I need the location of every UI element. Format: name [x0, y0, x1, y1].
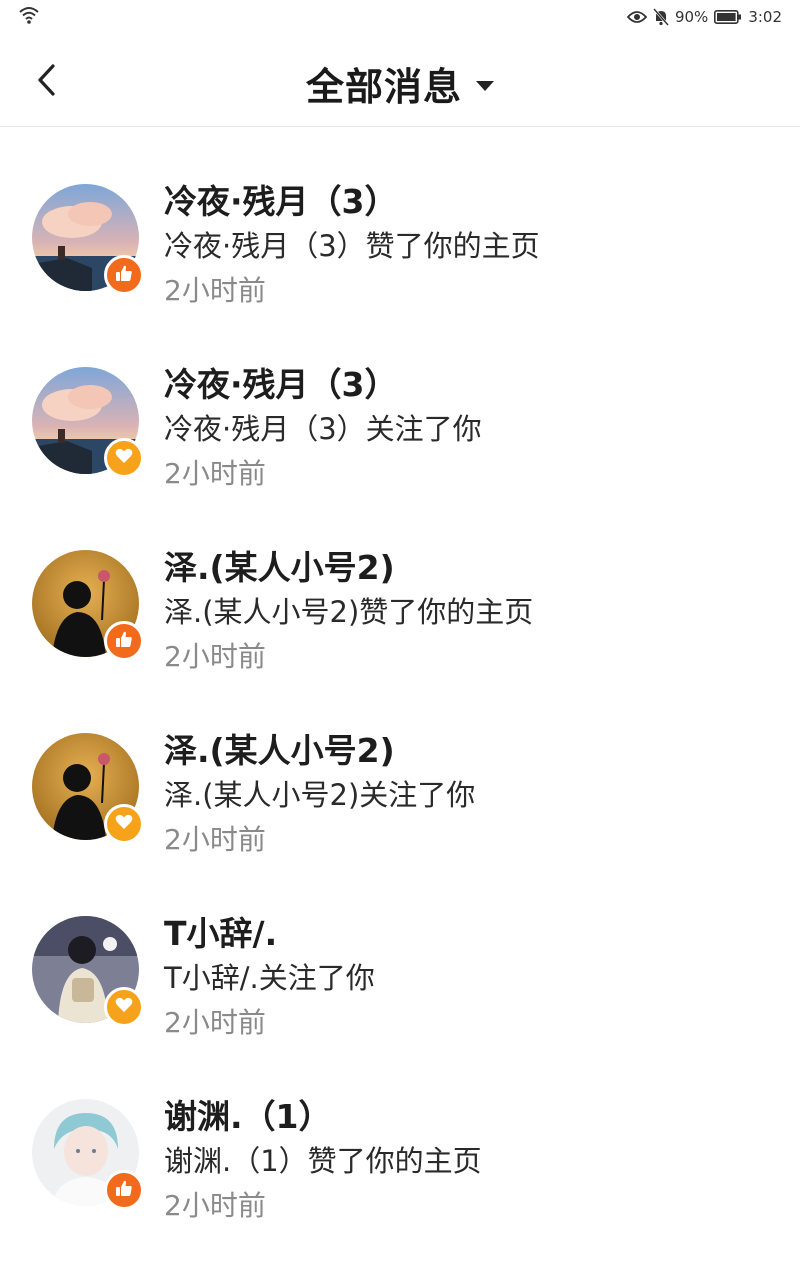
message-text: 冷夜·残月（3）赞了你的主页: [164, 229, 540, 263]
sender-name[interactable]: 冷夜·残月（3）: [164, 358, 398, 406]
message-text: 泽.(某人小号2)关注了你: [164, 778, 476, 812]
thumbs-up-icon: [114, 1178, 134, 1202]
like-badge: [104, 255, 144, 295]
thumbs-up-icon: [114, 629, 134, 653]
battery-icon: [714, 10, 742, 24]
page-title: 全部消息: [305, 65, 462, 109]
list-item[interactable]: 冷夜·残月（3） 冷夜·残月（3）赞了你的主页 2小时前: [0, 127, 800, 310]
message-time: 2小时前: [164, 640, 266, 673]
list-item[interactable]: 谢渊.（1） 谢渊.（1）赞了你的主页 2小时前: [0, 1042, 800, 1225]
message-time: 2小时前: [164, 1006, 266, 1039]
sender-name[interactable]: 谢渊.（1）: [164, 1090, 332, 1138]
list-item[interactable]: 泽.(某人小号2) 泽.(某人小号2)赞了你的主页 2小时前: [0, 493, 800, 676]
message-text: 谢渊.（1）赞了你的主页: [164, 1144, 482, 1178]
follow-badge: [104, 987, 144, 1027]
message-filter-dropdown[interactable]: 全部消息: [0, 56, 800, 111]
list-item[interactable]: T小辞/. T小辞/.关注了你 2小时前: [0, 859, 800, 1042]
heart-icon: [114, 446, 134, 470]
mute-bell-icon: [653, 8, 669, 26]
sender-name[interactable]: 泽.(某人小号2): [164, 541, 395, 589]
wifi-icon: [18, 6, 40, 28]
sender-name[interactable]: T小辞/.: [164, 907, 277, 955]
dropdown-caret-icon: [476, 80, 494, 91]
message-time: 2小时前: [164, 457, 266, 490]
message-text: 冷夜·残月（3）关注了你: [164, 412, 482, 446]
heart-icon: [114, 812, 134, 836]
message-time: 2小时前: [164, 823, 266, 856]
battery-percent: 90%: [674, 8, 709, 26]
clock: 3:02: [748, 8, 782, 26]
follow-badge: [104, 804, 144, 844]
status-bar: 90% 3:02: [0, 0, 800, 34]
message-text: 泽.(某人小号2)赞了你的主页: [164, 595, 534, 629]
message-list: 冷夜·残月（3） 冷夜·残月（3）赞了你的主页 2小时前 冷夜·残月（3） 冷夜…: [0, 127, 800, 1225]
like-badge: [104, 1170, 144, 1210]
header: 全部消息: [0, 34, 800, 127]
heart-icon: [114, 995, 134, 1019]
message-time: 2小时前: [164, 274, 266, 307]
list-item[interactable]: 冷夜·残月（3） 冷夜·残月（3）关注了你 2小时前: [0, 310, 800, 493]
list-item[interactable]: 泽.(某人小号2) 泽.(某人小号2)关注了你 2小时前: [0, 676, 800, 859]
eye-icon: [626, 10, 647, 24]
follow-badge: [104, 438, 144, 478]
sender-name[interactable]: 泽.(某人小号2): [164, 724, 395, 772]
thumbs-up-icon: [114, 263, 134, 287]
sender-name[interactable]: 冷夜·残月（3）: [164, 175, 398, 223]
message-time: 2小时前: [164, 1189, 266, 1222]
message-text: T小辞/.关注了你: [164, 961, 375, 995]
like-badge: [104, 621, 144, 661]
